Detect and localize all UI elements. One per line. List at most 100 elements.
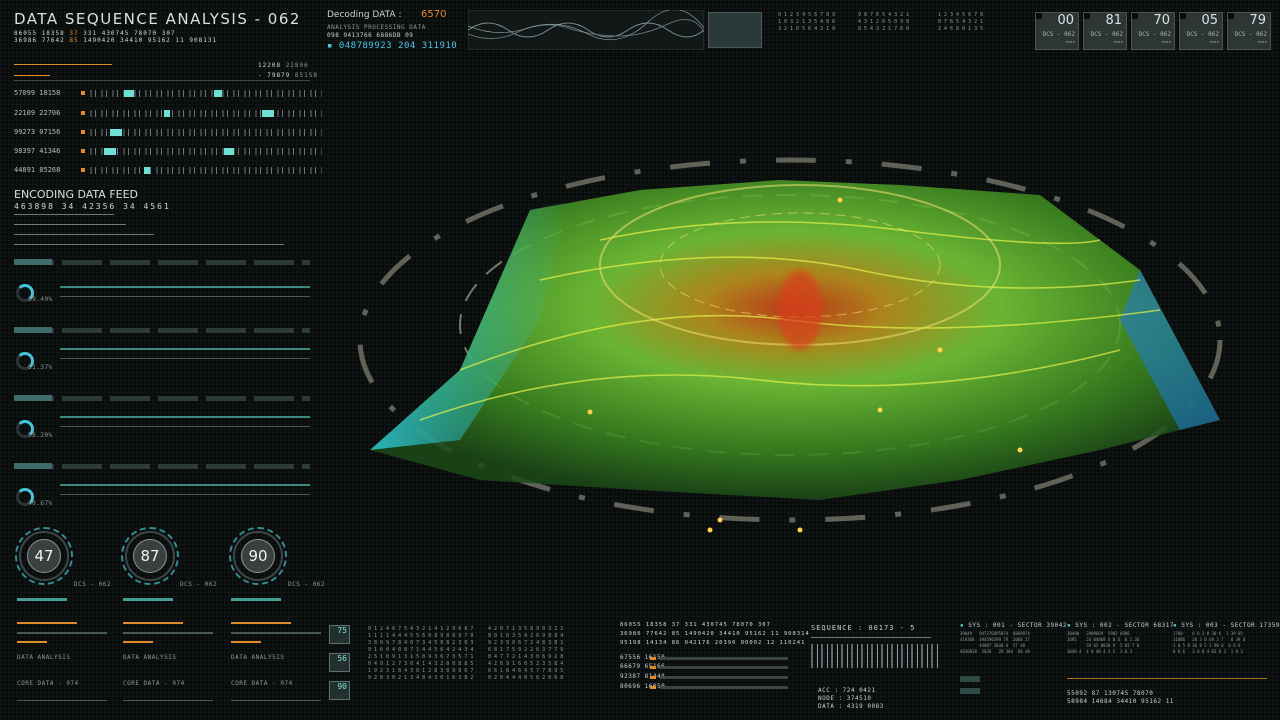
- divider: [60, 358, 310, 359]
- divider: [123, 700, 213, 701]
- data-grid: 4 2 0 7 1 3 5 8 9 0 3 2 1 8 0 1 0 3 5 4 …: [488, 626, 564, 681]
- bottom-right-line: 58984 14684 34410 95162 11: [1067, 698, 1174, 705]
- divider: [60, 426, 310, 427]
- bottom-center-line-2: 36986 77642 85 1490420 34410 95162 11 90…: [620, 631, 810, 637]
- sequence-row: 44891 85268: [14, 166, 322, 176]
- dcs-tile: 70 DCS - 062 ▪▪▪▪: [1131, 12, 1175, 50]
- tile-value: 70: [1153, 13, 1170, 28]
- divider: [14, 214, 114, 215]
- divider: [231, 700, 321, 701]
- tile-code: DCS - 062: [1186, 31, 1219, 38]
- section-percent: 40.67%: [28, 500, 53, 507]
- section-tag: [14, 327, 52, 333]
- progress-bar: [60, 348, 310, 350]
- data-column: 9 8 7 6 5 4 3 2 1 4 3 1 2 6 5 0 9 8 8 5 …: [858, 12, 910, 32]
- meter-bar: [17, 641, 47, 643]
- sequence-row-id: 57099 18158: [14, 89, 61, 97]
- row-marker: [650, 686, 656, 689]
- progress-bar: [60, 416, 310, 418]
- row-bar: [660, 657, 788, 660]
- row-bar: [660, 676, 788, 679]
- side-box: 56: [329, 653, 350, 672]
- sequence-barcode: [811, 644, 939, 668]
- gauge-arc: [229, 527, 287, 585]
- panel-label: DATA ANALYSIS: [231, 654, 285, 661]
- sys-data: 30490 2909669 5902 6986 1095 24 04869 6 …: [1067, 631, 1140, 654]
- sequence-readout: SEQUENCE : 00173 - 5: [811, 624, 916, 632]
- meter-bar: [17, 598, 67, 601]
- sequence-track: [90, 129, 322, 136]
- bottom-center-row: 67556 16150: [620, 654, 666, 661]
- divider: [1067, 678, 1267, 679]
- row-marker: [650, 657, 656, 660]
- accent-line: [14, 75, 50, 76]
- sequence-highlight: [144, 167, 150, 174]
- tile-corner: [1036, 13, 1042, 19]
- gauge: 47: [15, 527, 73, 585]
- divider: [17, 700, 107, 701]
- sequence-row-id: 22109 22706: [14, 109, 61, 117]
- sequence-row: 98397 41346: [14, 147, 322, 157]
- meter-bar: [231, 598, 281, 601]
- divider: [14, 80, 310, 81]
- data-section: 40.67%: [14, 463, 310, 524]
- terrain-hologram: [357, 157, 1223, 533]
- dcs-tile: 05 DCS - 062 ▪▪▪▪: [1179, 12, 1223, 50]
- section-header: [14, 259, 310, 265]
- sequence-highlight: [262, 110, 274, 117]
- side-box: 75: [329, 625, 350, 644]
- waveform-chart: [468, 10, 704, 50]
- data-column: 1 2 3 4 5 6 7 8 8 7 6 5 4 3 2 1 2 4 6 8 …: [938, 12, 984, 32]
- tile-sub: ▪▪▪▪: [1065, 39, 1075, 44]
- divider: [60, 494, 310, 495]
- gauge: 87: [121, 527, 179, 585]
- data-grid: 0 1 2 4 6 7 5 4 3 2 1 4 1 2 9 0 8 7 1 1 …: [368, 626, 474, 681]
- meter-bar: [231, 641, 261, 643]
- gauge-code: DCS - 062: [288, 581, 326, 588]
- gauge: 90: [229, 527, 287, 585]
- data-section: 58.20%: [14, 395, 310, 456]
- row-bar: [660, 686, 788, 689]
- row-bar: [660, 666, 788, 669]
- tile-corner: [1132, 13, 1138, 19]
- meter-bar: [123, 622, 183, 624]
- encoding-values: 463898 34 42356 34 4561: [14, 202, 171, 211]
- decoding-codes: 098 9413766 6886DB 09: [327, 32, 414, 39]
- status-square: [81, 91, 85, 95]
- tile-sub: ▪▪▪▪: [1209, 39, 1219, 44]
- bottom-center-line-3: 95198 14134 86 042176 20390 80002 12 110…: [620, 640, 806, 646]
- section-tag: [14, 395, 52, 401]
- section-header: [14, 327, 310, 333]
- gauge-code: DCS - 062: [180, 581, 218, 588]
- accent-line: [14, 64, 112, 65]
- sys-data: 39049 947276895874 8869974 419368 494590…: [960, 631, 1030, 654]
- sequence-track: [90, 110, 322, 117]
- tile-code: DCS - 062: [1042, 31, 1075, 38]
- count-readout: 12208 22806: [258, 62, 309, 69]
- section-percent: 58.20%: [28, 432, 53, 439]
- tile-value: 79: [1249, 13, 1266, 28]
- status-square: [81, 168, 85, 172]
- sequence-row-id: 99273 07156: [14, 128, 61, 136]
- decoding-label: Decoding DATA :: [327, 10, 402, 20]
- sequence-highlight: [110, 129, 122, 136]
- decoding-value: 6570: [421, 9, 447, 20]
- page-title: DATA SEQUENCE ANALYSIS - 062: [14, 10, 301, 28]
- row-marker: [650, 666, 656, 669]
- sequence-track: [90, 148, 322, 155]
- sequence-highlight: [224, 148, 234, 155]
- meter-bar: [17, 632, 107, 634]
- panel-label: CORE DATA - 074: [123, 680, 185, 687]
- section-percent: 89.40%: [28, 296, 53, 303]
- section-tag: [14, 259, 52, 265]
- status-square: [81, 149, 85, 153]
- status-chip: [960, 676, 980, 682]
- sequence-row-id: 44891 85268: [14, 166, 61, 174]
- meter-bar: [231, 622, 291, 624]
- sequence-row: 57099 18158: [14, 89, 322, 99]
- gauge-code: DCS - 062: [74, 581, 112, 588]
- tile-corner: [1228, 13, 1234, 19]
- panel-label: DATA ANALYSIS: [17, 654, 71, 661]
- tile-sub: ▪▪▪▪: [1161, 39, 1171, 44]
- sequence-row: 22109 22706: [14, 109, 322, 119]
